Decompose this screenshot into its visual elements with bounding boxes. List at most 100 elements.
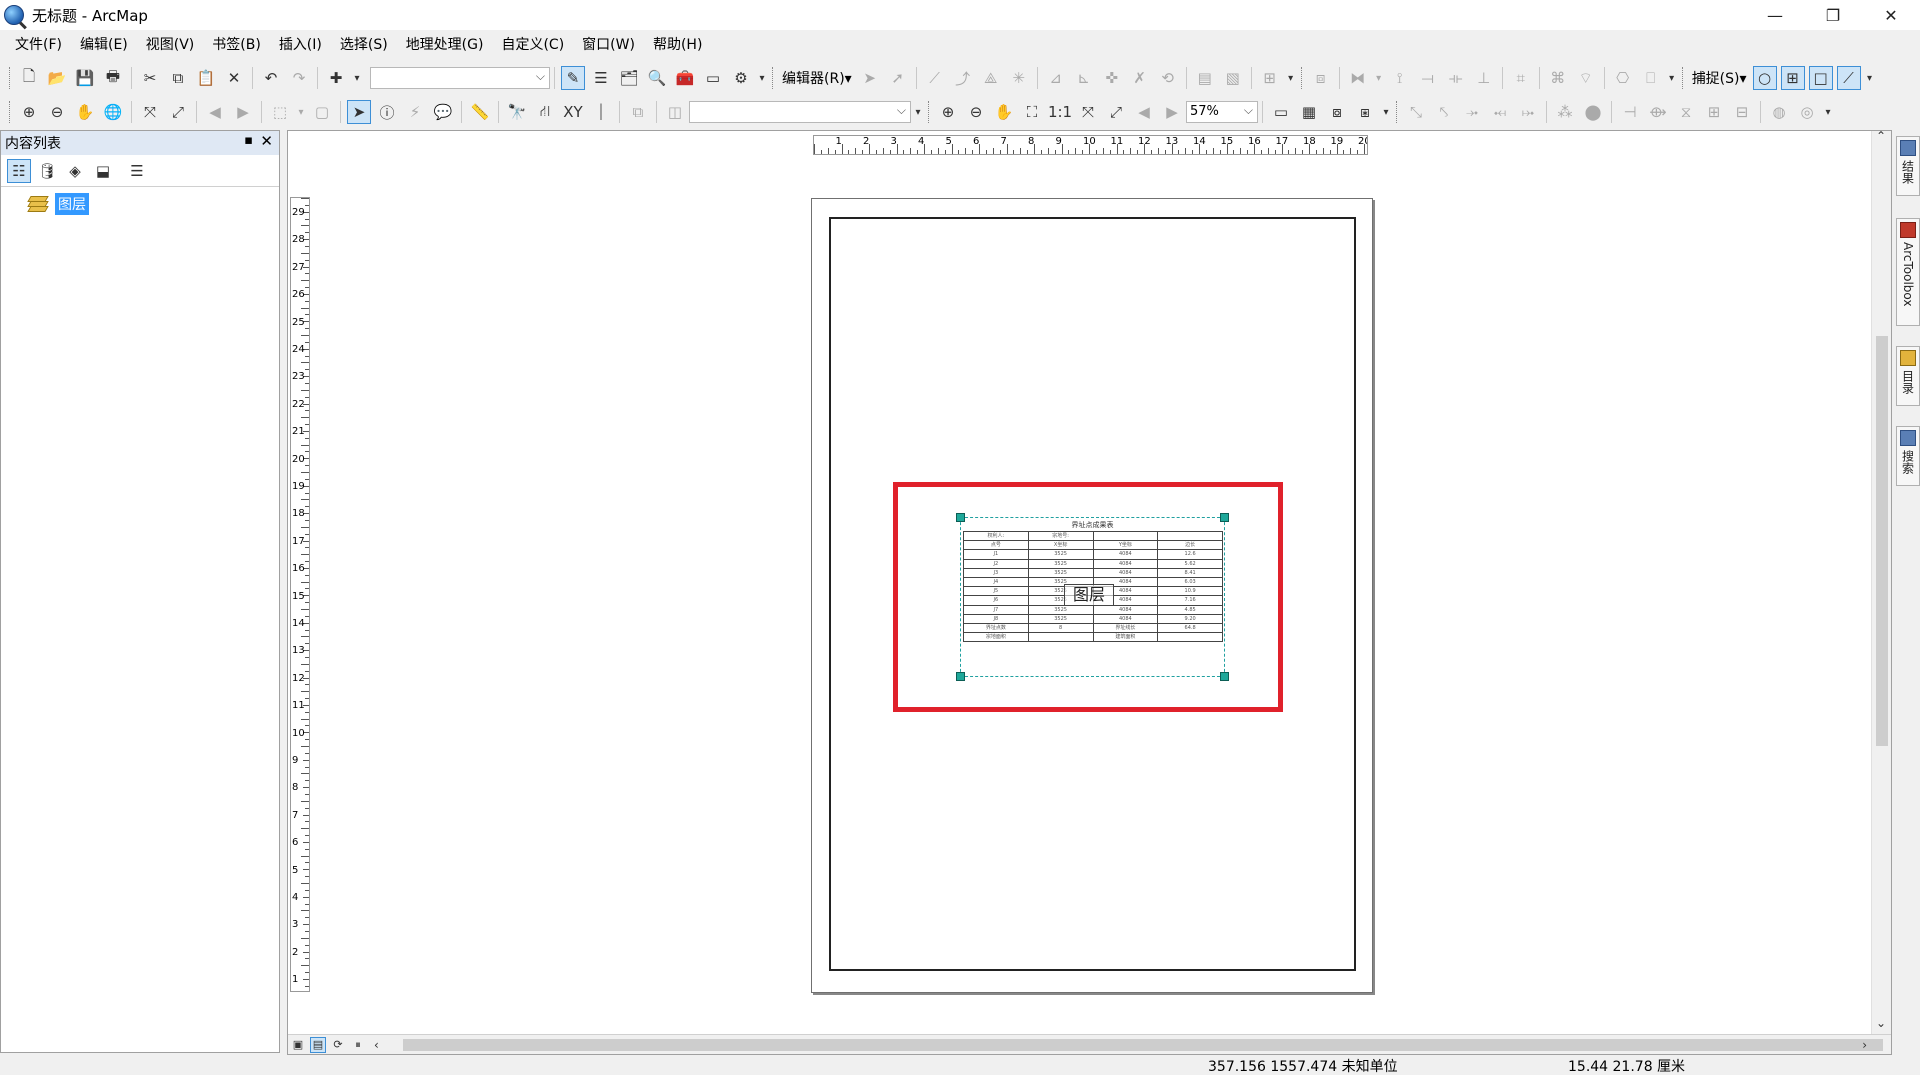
menu-edit[interactable]: 编辑(E): [71, 32, 137, 58]
select-features-icon[interactable]: ⬚: [268, 100, 292, 124]
layout-pan-icon[interactable]: ✋: [992, 100, 1016, 124]
restore-button[interactable]: ❐: [1804, 0, 1862, 30]
topology-icon[interactable]: ⧈: [1309, 66, 1333, 90]
search-window-icon[interactable]: 🔍: [645, 66, 669, 90]
resize-handle-bottom-left[interactable]: [956, 672, 965, 681]
layout-zoom-out-icon[interactable]: ⊖: [964, 100, 988, 124]
scroll-right-icon[interactable]: ›: [1862, 1038, 1867, 1052]
python-window-icon[interactable]: ▭: [701, 66, 725, 90]
go-to-xy-icon[interactable]: XY: [561, 100, 585, 124]
identify-icon[interactable]: ⓘ: [375, 100, 399, 124]
html-popup-icon[interactable]: 💬: [431, 100, 455, 124]
back-extent-icon[interactable]: ◀: [203, 100, 227, 124]
add-data-icon[interactable]: ✚: [324, 66, 348, 90]
vertex-snapping-icon[interactable]: □: [1808, 66, 1833, 90]
chevron-down-icon[interactable]: ▾: [1667, 66, 1677, 90]
open-folder-icon[interactable]: 📂: [45, 66, 69, 90]
menu-customize[interactable]: 自定义(C): [492, 32, 573, 58]
chevron-down-icon[interactable]: ▾: [757, 66, 767, 90]
list-by-source-icon[interactable]: 🛢: [35, 159, 59, 183]
change-layout-icon[interactable]: ⧇: [1325, 100, 1349, 124]
refresh-icon[interactable]: ⟳: [330, 1037, 346, 1053]
line-intersection-icon[interactable]: ⊥: [1472, 66, 1496, 90]
measure-icon[interactable]: 📏: [468, 100, 492, 124]
catalog-window-icon[interactable]: 🗂: [617, 66, 641, 90]
shift-icon[interactable]: ⤞: [1460, 100, 1484, 124]
menu-view[interactable]: 视图(V): [137, 32, 204, 58]
scroll-left-icon[interactable]: ‹: [374, 1038, 379, 1052]
chevron-down-icon[interactable]: ▾: [1381, 100, 1391, 124]
new-document-icon[interactable]: 🗋: [17, 66, 41, 90]
pan-icon[interactable]: ✋: [73, 100, 97, 124]
data-frame-row[interactable]: 图层: [27, 193, 279, 215]
grid-icon[interactable]: ⊞: [1702, 100, 1726, 124]
rubbersheet-icon[interactable]: ⤟: [1488, 100, 1512, 124]
topology-edit-icon[interactable]: ⧓: [1346, 66, 1370, 90]
list-by-selection-icon[interactable]: ⬓: [91, 159, 115, 183]
forward-extent-icon[interactable]: ▶: [231, 100, 255, 124]
toggle-draft-mode-icon[interactable]: ▭: [1269, 100, 1293, 124]
fixed-zoom-in-layout-icon[interactable]: ⤧: [1076, 100, 1100, 124]
data-frame-label[interactable]: 图层: [55, 193, 89, 215]
edgematch-icon[interactable]: ⤠: [1516, 100, 1540, 124]
advanced-edit-icon[interactable]: ⟟: [1388, 66, 1412, 90]
fixed-zoom-in-icon[interactable]: ⤧: [138, 100, 162, 124]
list-by-drawing-order-icon[interactable]: ☷: [7, 158, 31, 183]
fillet-icon[interactable]: ⌔: [1574, 66, 1598, 90]
explode-icon[interactable]: ⎕: [1639, 66, 1663, 90]
table-of-contents-icon[interactable]: ☰: [589, 66, 613, 90]
editor-toolbar-icon[interactable]: ✎: [561, 66, 585, 90]
vertical-scrollbar[interactable]: ⌃ ⌄: [1871, 131, 1891, 1036]
close-icon[interactable]: ✕: [260, 132, 273, 150]
point-icon[interactable]: ✳: [1007, 66, 1031, 90]
editor-menu[interactable]: 编辑器(R)▾: [778, 68, 856, 88]
time-slider-icon[interactable]: ⏐: [589, 100, 613, 124]
menu-insert[interactable]: 插入(I): [270, 32, 331, 58]
hyperlink-icon[interactable]: ⚡: [403, 100, 427, 124]
trace-icon[interactable]: ⟁: [979, 66, 1003, 90]
list-by-visibility-icon[interactable]: ◈: [63, 159, 87, 183]
chevron-down-icon[interactable]: ▾: [1865, 66, 1875, 90]
chevron-down-icon[interactable]: ▾: [296, 100, 306, 124]
end-point-arc-icon[interactable]: ⤴: [951, 66, 975, 90]
globe-icon[interactable]: ◍: [1767, 100, 1791, 124]
clear-selection-icon[interactable]: ▢: [310, 100, 334, 124]
attributes-icon[interactable]: ▤: [1193, 66, 1217, 90]
resize-handle-top-left[interactable]: [956, 513, 965, 522]
scroll-down-icon[interactable]: ⌄: [1876, 1016, 1886, 1030]
zoom-percent-combo[interactable]: 57%: [1186, 100, 1258, 123]
next-extent-layout-icon[interactable]: ▶: [1160, 100, 1184, 124]
construct-icon[interactable]: ⎔: [1611, 66, 1635, 90]
reshape-icon[interactable]: ⊾: [1072, 66, 1096, 90]
horizontal-scrollbar[interactable]: ▣ ▤ ⟳ ⏸ ‹ ›: [288, 1034, 1891, 1054]
full-extent-icon[interactable]: 🌐: [101, 100, 125, 124]
chevron-down-icon[interactable]: ▾: [1374, 66, 1384, 90]
spatial-adjust-icon[interactable]: ⤣: [1432, 100, 1456, 124]
edge-snapping-icon[interactable]: ⟋: [1836, 66, 1861, 90]
generalize-icon[interactable]: ⌗: [1509, 66, 1533, 90]
layout-zoom-in-icon[interactable]: ⊕: [936, 100, 960, 124]
cut-polygon-icon[interactable]: ✜: [1100, 66, 1124, 90]
cogo-icon[interactable]: ⁂: [1553, 100, 1577, 124]
cut-icon[interactable]: ✂: [138, 66, 162, 90]
chevron-down-icon[interactable]: ▾: [913, 100, 923, 124]
layer-toolbar-icon[interactable]: ◫: [663, 100, 687, 124]
zoom-100-percent-icon[interactable]: 1:1: [1048, 100, 1072, 124]
map-scale-combo[interactable]: [370, 66, 550, 89]
extend-icon[interactable]: ⟞: [1416, 66, 1440, 90]
copy-icon[interactable]: ⧉: [166, 66, 190, 90]
save-icon[interactable]: 💾: [73, 66, 97, 90]
edit-tool-icon[interactable]: ➤: [858, 66, 882, 90]
edit-annotation-icon[interactable]: ➚: [886, 66, 910, 90]
fixed-zoom-out-icon[interactable]: ⤢: [166, 100, 190, 124]
smooth-icon[interactable]: ⌘: [1546, 66, 1570, 90]
close-button[interactable]: ✕: [1862, 0, 1920, 30]
menu-windows[interactable]: 窗口(W): [573, 32, 644, 58]
horizontal-scroll-thumb[interactable]: [403, 1039, 1883, 1051]
vertical-scroll-thumb[interactable]: [1876, 336, 1888, 746]
end-snapping-icon[interactable]: ⊞: [1780, 66, 1805, 90]
chevron-down-icon[interactable]: ▾: [1823, 100, 1833, 124]
model-builder-icon[interactable]: ⚙: [729, 66, 753, 90]
create-features-icon[interactable]: ⊞: [1258, 66, 1282, 90]
layout-view-icon[interactable]: ▤: [310, 1036, 326, 1053]
